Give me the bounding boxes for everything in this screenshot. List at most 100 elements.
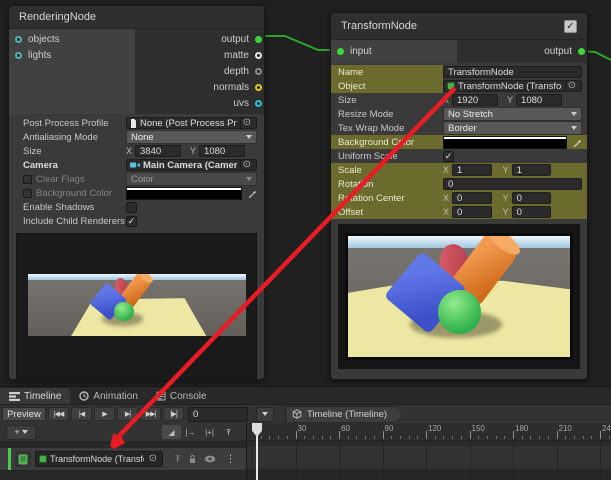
port-dot-input[interactable] xyxy=(337,48,344,55)
eyedropper-icon[interactable] xyxy=(248,189,257,198)
port-objects[interactable]: objects xyxy=(9,31,135,47)
object-picker-icon[interactable]: ⊙ xyxy=(240,118,253,128)
size-x-field[interactable]: 1920 xyxy=(452,94,498,106)
current-frame-field[interactable]: 0 xyxy=(188,407,248,422)
track-binding-field[interactable]: TransformNode (Transform ⊙ xyxy=(35,451,163,467)
markers-toggle[interactable]: Ŧ xyxy=(219,425,238,439)
add-track-button[interactable]: + xyxy=(6,425,36,440)
track-pin-button[interactable]: Ŧ xyxy=(175,454,181,464)
rotation-center-y-field[interactable]: 0 xyxy=(512,192,552,204)
port-dot-lights[interactable] xyxy=(15,52,22,59)
object-picker-icon[interactable]: ⊙ xyxy=(240,160,253,170)
camera-field[interactable]: Main Camera (Camera) ⊙ xyxy=(126,159,257,171)
offset-x-field[interactable]: 0 xyxy=(452,206,492,218)
track-type-button[interactable] xyxy=(15,451,31,467)
port-output[interactable]: output xyxy=(136,31,264,47)
scale-label: Scale xyxy=(331,163,443,177)
tab-console[interactable]: Console xyxy=(147,388,216,404)
transform-node-header[interactable]: TransformNode ✓ xyxy=(331,13,587,40)
transform-node-preview xyxy=(338,224,580,369)
ripple-mode-button[interactable]: |+| xyxy=(200,425,219,439)
port-matte[interactable]: matte xyxy=(136,47,264,63)
size-x-field[interactable]: 3840 xyxy=(135,145,181,157)
scale-x-field[interactable]: 1 xyxy=(452,164,492,176)
ruler-tick-label: 30 xyxy=(298,424,307,433)
ruler-major-tick xyxy=(296,431,297,439)
clear-flags-override-checkbox[interactable] xyxy=(23,175,32,184)
previous-frame-button[interactable]: |◀ xyxy=(71,407,92,421)
lane-gridline xyxy=(557,440,558,480)
background-color-swatch[interactable] xyxy=(126,187,242,200)
tex-wrap-mode-label: Tex Wrap Mode xyxy=(331,121,443,135)
port-dot-output[interactable] xyxy=(578,48,585,55)
port-dot-depth[interactable] xyxy=(255,68,262,75)
rotation-field[interactable]: 0 xyxy=(443,178,582,190)
go-to-start-button[interactable]: |◀◀ xyxy=(48,407,69,421)
uniform-scale-checkbox[interactable]: ✓ xyxy=(443,151,454,162)
mix-mode-button[interactable]: |→ xyxy=(181,425,200,439)
tex-wrap-mode-dropdown[interactable]: Border xyxy=(443,121,582,135)
object-picker-icon[interactable]: ⊙ xyxy=(565,81,578,91)
preview-toggle-button[interactable]: Preview xyxy=(2,407,46,421)
port-normals[interactable]: normals xyxy=(136,79,264,95)
resize-mode-dropdown[interactable]: No Stretch xyxy=(443,107,582,121)
timeline-breadcrumb[interactable]: Timeline (Timeline) xyxy=(285,406,402,423)
offset-y-field[interactable]: 0 xyxy=(512,206,552,218)
next-frame-button[interactable]: ▶| xyxy=(117,407,138,421)
tab-timeline[interactable]: Timeline xyxy=(0,388,70,404)
ruler-minor-tick xyxy=(574,436,575,439)
play-range-button[interactable]: [▶] xyxy=(163,407,184,421)
port-dot-output[interactable] xyxy=(255,36,262,43)
enable-shadows-checkbox[interactable] xyxy=(126,202,137,213)
camera-row: Camera Main Camera (Camera) ⊙ xyxy=(9,158,264,172)
eyedropper-icon[interactable] xyxy=(573,138,582,147)
play-button[interactable]: ▶ xyxy=(94,407,115,421)
rendering-node[interactable]: RenderingNode objects lights output xyxy=(8,5,265,380)
go-to-end-button[interactable]: ▶▶| xyxy=(140,407,161,421)
ruler-minor-tick xyxy=(313,436,314,439)
transform-node[interactable]: TransformNode ✓ input output Name xyxy=(330,12,588,380)
port-label-depth: depth xyxy=(224,66,249,77)
eye-icon[interactable] xyxy=(204,455,216,463)
rotation-center-x-field[interactable]: 0 xyxy=(452,192,492,204)
background-color-override-checkbox[interactable] xyxy=(23,189,32,198)
track-header[interactable]: TransformNode (Transform ⊙ Ŧ ⋮ xyxy=(0,447,246,471)
port-dot-normals[interactable] xyxy=(255,84,262,91)
include-child-renderers-checkbox[interactable]: ✓ xyxy=(126,216,137,227)
name-field[interactable]: TransformNode xyxy=(443,66,582,78)
include-child-renderers-row: Include Child Renderers ✓ xyxy=(9,214,264,228)
ruler-minor-tick xyxy=(365,436,366,439)
ruler-tick-label: 180 xyxy=(515,424,528,433)
frame-options-dropdown[interactable] xyxy=(256,407,274,422)
track-menu-button[interactable]: ⋮ xyxy=(226,454,236,465)
object-picker-icon[interactable]: ⊙ xyxy=(147,454,159,464)
rendering-node-header[interactable]: RenderingNode xyxy=(9,6,264,29)
curves-view-toggle[interactable]: ◢ xyxy=(162,425,181,439)
y-label: Y xyxy=(503,207,509,217)
port-label-uvs: uvs xyxy=(233,98,249,109)
port-dot-uvs[interactable] xyxy=(255,100,262,107)
size-y-field[interactable]: 1080 xyxy=(199,145,245,157)
transform-node-enabled-checkbox[interactable]: ✓ xyxy=(564,20,577,33)
timeline-ruler[interactable]: 306090120150180210240 xyxy=(247,423,611,441)
port-input[interactable]: input xyxy=(331,43,457,59)
port-dot-objects[interactable] xyxy=(15,36,22,43)
port-dot-matte[interactable] xyxy=(255,52,262,59)
port-depth[interactable]: depth xyxy=(136,63,264,79)
port-output[interactable]: output xyxy=(459,43,587,59)
size-y-field[interactable]: 1080 xyxy=(516,94,562,106)
port-uvs[interactable]: uvs xyxy=(136,95,264,111)
post-process-profile-field[interactable]: None (Post Process Profile) ⊙ xyxy=(126,117,257,129)
preview-shapes xyxy=(390,236,530,357)
clear-flags-dropdown[interactable]: Color xyxy=(126,172,257,186)
uniform-scale-row: Uniform Scale ✓ xyxy=(331,149,587,163)
scale-y-field[interactable]: 1 xyxy=(512,164,552,176)
tab-animation[interactable]: Animation xyxy=(70,388,146,404)
port-label-output: output xyxy=(221,34,249,45)
port-lights[interactable]: lights xyxy=(9,47,135,63)
lock-icon[interactable] xyxy=(188,454,197,464)
background-color-swatch[interactable] xyxy=(443,136,567,149)
antialiasing-dropdown[interactable]: None xyxy=(126,130,257,144)
object-field[interactable]: TransformNode (Transform Node ⊙ xyxy=(443,80,582,92)
timeline-lanes[interactable]: 306090120150180210240 xyxy=(246,423,611,480)
